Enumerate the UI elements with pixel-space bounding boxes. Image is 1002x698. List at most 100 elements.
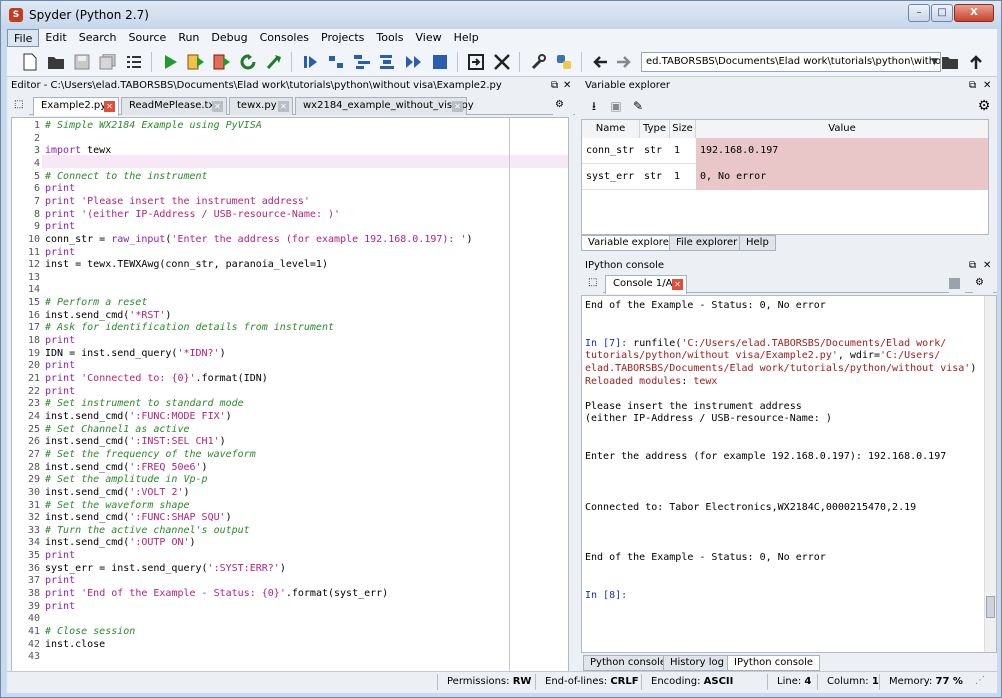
new-file-icon[interactable] [19,51,41,73]
column-header-size[interactable]: Size [670,120,696,138]
close-tab-icon[interactable]: ✕ [212,101,223,112]
editor-pane-title: Editor - C:\Users\elad.TABORSBS\Document… [7,77,573,95]
status-label: Column: [827,676,869,687]
resize-grip-icon[interactable]: ⋰ [975,675,985,686]
line-number: 17 [27,322,40,334]
step-icon[interactable] [325,51,347,73]
tab-ipython-console[interactable]: IPython console [727,655,821,671]
forward-arrow-icon[interactable] [613,51,635,73]
rerun-icon[interactable] [237,51,259,73]
close-tab-icon[interactable]: ✕ [278,101,289,112]
close-tab-icon[interactable]: ✕ [452,101,463,112]
tab-help[interactable]: Help [739,235,776,251]
column-header-name[interactable]: Name [582,120,640,138]
column-header-value[interactable]: Value [696,120,988,138]
close-tab-icon[interactable]: ✕ [672,279,683,290]
continue-icon[interactable] [403,51,425,73]
line-number: 20 [27,360,40,372]
menu-edit[interactable]: Edit [39,29,72,47]
run-cell-advance-icon[interactable] [211,51,233,73]
code-line: print [45,600,76,612]
menu-view[interactable]: View [409,29,447,47]
preferences-wrench-icon[interactable] [527,51,549,73]
close-pane-icon[interactable]: ✕ [983,77,991,95]
console-scrollbar[interactable] [984,296,996,652]
tab-python-console[interactable]: Python console [583,655,674,671]
close-tab-icon[interactable]: ✕ [104,101,115,112]
tab-history-log[interactable]: History log [663,655,731,671]
menu-help[interactable]: Help [448,29,485,47]
chevron-down-icon[interactable]: ▼ [931,53,938,71]
step-into-icon[interactable] [351,51,373,73]
code-line: IDN = inst.send_query('*IDN?') [45,347,226,359]
debug-icon[interactable] [299,51,321,73]
tab-variable-explorer[interactable]: Variable explorer [581,235,680,251]
menu-run[interactable]: Run [172,29,205,47]
tab-wx2184-example[interactable]: wx2184_example_without_visa.py ✕ [295,97,474,115]
status-encoding: Encoding: ASCII [651,676,733,687]
maximize-button[interactable]: □ [931,4,953,22]
browse-tabs-icon[interactable]: ⬚ [581,275,603,293]
code-line: inst.send_cmd(':OUTP ON') [45,537,196,549]
parent-directory-icon[interactable] [965,51,987,73]
python-path-icon[interactable] [553,51,575,73]
menu-tools[interactable]: Tools [370,29,409,47]
open-file-icon[interactable] [45,51,67,73]
step-return-icon[interactable] [377,51,399,73]
gear-icon[interactable]: ⚙ [973,95,995,117]
undock-icon[interactable]: ⧉ [551,77,558,95]
menu-consoles[interactable]: Consoles [254,29,315,47]
ipython-console-output[interactable]: End of the Example - Status: 0, No error… [581,295,997,653]
scrollbar-thumb[interactable] [986,596,995,618]
back-arrow-icon[interactable] [589,51,611,73]
tab-console-1a[interactable]: Console 1/A ✕ [605,275,687,294]
browse-tabs-icon[interactable]: ⬚ [7,97,29,115]
status-separator [817,674,818,690]
line-number: 30 [27,486,40,498]
var-value: 0, No error [696,164,988,190]
save-all-icon[interactable] [97,51,119,73]
file-list-icon[interactable] [123,51,145,73]
main-toolbar: ed.TABORSBS\Documents\Elad work\tutorial… [7,47,997,77]
fullscreen-icon[interactable] [491,51,513,73]
stop-debug-icon[interactable] [429,51,451,73]
menu-file[interactable]: File [7,29,40,47]
table-row[interactable]: conn_str str 1 192.168.0.197 [582,138,988,164]
code-editor[interactable]: 1 2 3 4 5 6 7 8 9 10 11 12 13 14 15 16 17 18 19 20 21 22 23 24 2… [11,117,569,677]
menu-debug[interactable]: Debug [205,29,253,47]
toolbar-separator [581,52,582,72]
toolbar-separator [151,52,152,72]
tab-tewx[interactable]: tewx.py ✕ [229,97,293,115]
column-header-type[interactable]: Type [640,120,670,138]
run-cell-icon[interactable] [185,51,207,73]
tab-example2[interactable]: Example2.py ✕ [33,97,119,116]
code-line: inst.send_cmd(':FUNC:SHAP SQU') [45,512,232,524]
variable-table: Name Type Size Value conn_str str 1 192.… [581,119,989,235]
browse-folder-icon[interactable] [939,51,961,73]
maximize-pane-icon[interactable] [465,51,487,73]
import-data-icon[interactable]: ⭳ [583,95,605,117]
code-line: # Set Channel1 as active [45,423,190,435]
menu-search[interactable]: Search [73,29,123,47]
menu-projects[interactable]: Projects [315,29,370,47]
menu-source[interactable]: Source [123,29,173,47]
tab-file-explorer[interactable]: File explorer [669,235,745,251]
main-area: Editor - C:\Users\elad.TABORSBS\Document… [7,77,997,677]
gear-icon[interactable]: ⚙ [973,275,993,293]
close-pane-icon[interactable]: ✕ [563,77,571,95]
remove-variables-icon[interactable]: ✎ [627,95,649,117]
undock-icon[interactable]: ⧉ [969,77,976,95]
working-directory-combo[interactable]: ed.TABORSBS\Documents\Elad work\tutorial… [641,52,941,72]
run-selection-icon[interactable] [263,51,285,73]
close-button[interactable]: X [954,4,994,22]
table-row[interactable]: syst_err str 1 0, No error [582,164,988,190]
run-icon[interactable] [159,51,181,73]
tab-readme[interactable]: ReadMePlease.txt ✕ [121,97,227,115]
minimize-button[interactable]: – [908,4,930,22]
code-line: # Connect to the instrument [45,170,208,182]
var-value: 192.168.0.197 [696,138,988,164]
stop-icon[interactable] [949,275,965,293]
gear-icon[interactable]: ⚙ [553,97,573,115]
save-data-icon[interactable]: ▣ [605,95,627,117]
save-icon[interactable] [71,51,93,73]
